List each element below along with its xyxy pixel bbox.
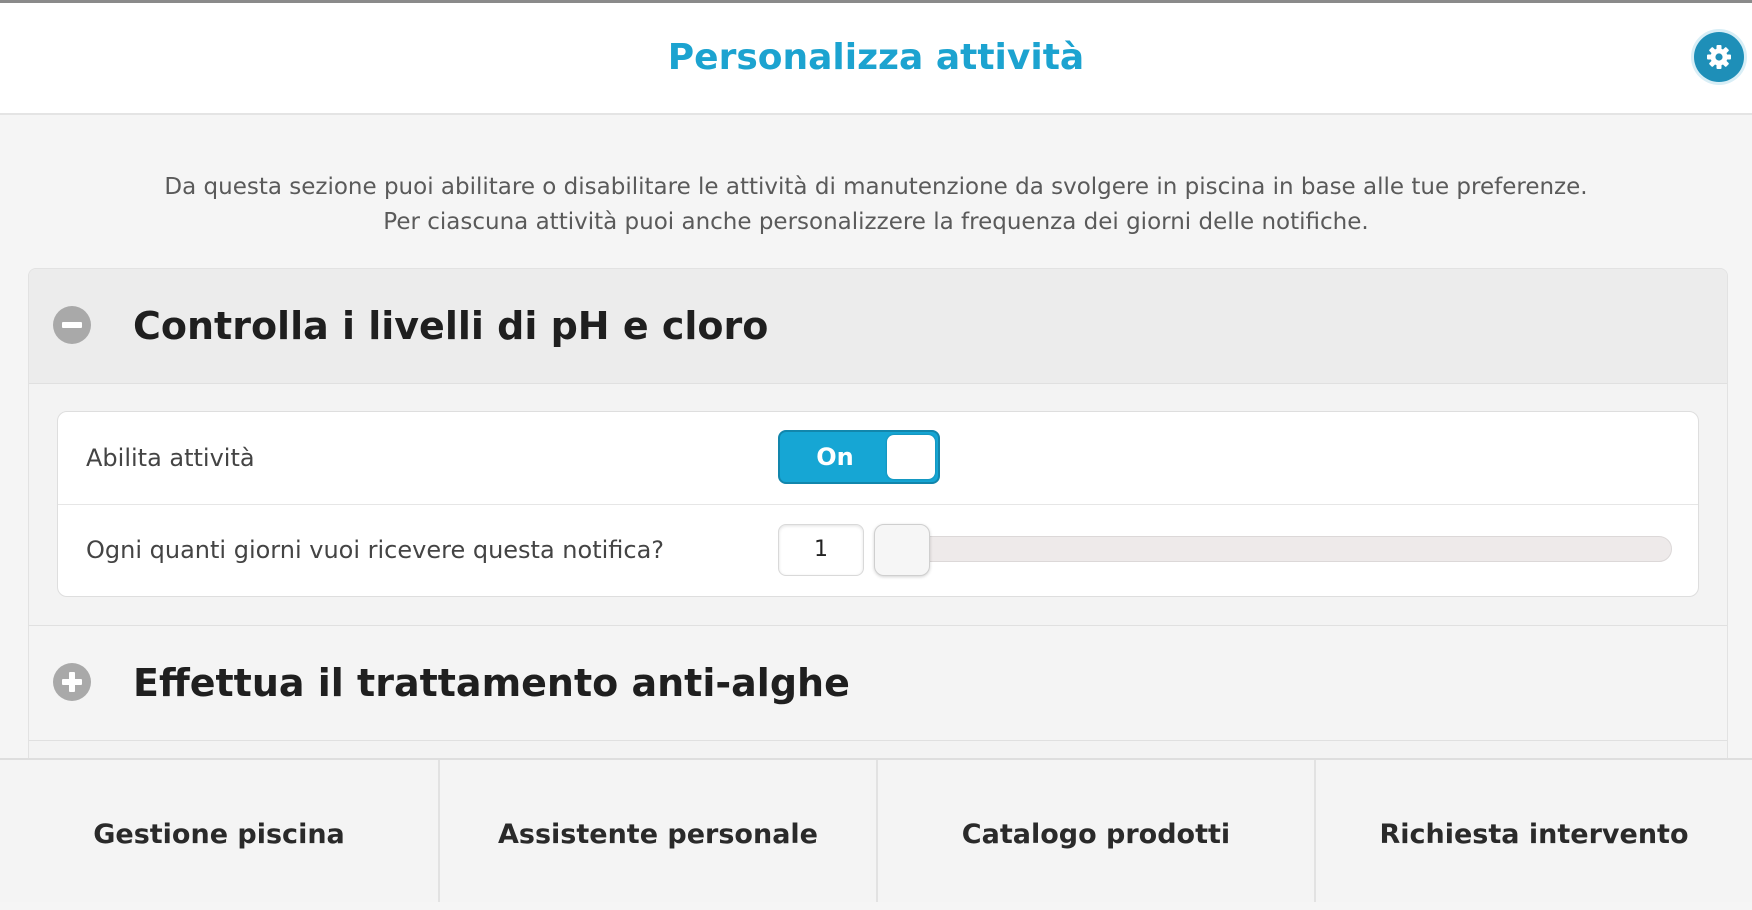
enable-activity-row: Abilita attività On (58, 412, 1698, 505)
intro-line-2: Per ciascuna attività puoi anche persona… (383, 209, 1369, 235)
notification-frequency-row: Ogni quanti giorni vuoi ricevere questa … (58, 504, 1698, 596)
nav-catalogo-prodotti[interactable]: Catalogo prodotti (876, 760, 1314, 902)
gear-icon (1707, 45, 1731, 69)
app-header: Personalizza attività (0, 3, 1752, 115)
frequency-slider-thumb[interactable] (874, 524, 930, 576)
plus-circle-icon (53, 663, 91, 701)
activity-header-ph-chlorine[interactable]: Controlla i livelli di pH e cloro (29, 269, 1727, 384)
nav-richiesta-intervento[interactable]: Richiesta intervento (1314, 760, 1752, 902)
activity-title: Effettua il trattamento anti-alghe (133, 661, 850, 705)
frequency-slider-track[interactable] (876, 536, 1672, 562)
toggle-state-label: On (816, 443, 854, 471)
minus-circle-icon (53, 306, 91, 344)
page-title: Personalizza attività (667, 37, 1085, 78)
activity-title: Controlla i livelli di pH e cloro (133, 304, 769, 348)
toggle-knob (887, 435, 935, 479)
intro-line-1: Da questa sezione puoi abilitare o disab… (164, 174, 1588, 200)
bottom-navigation: Gestione piscina Assistente personale Ca… (0, 758, 1752, 902)
enable-activity-toggle[interactable]: On (778, 430, 940, 484)
frequency-days-input[interactable]: 1 (778, 524, 864, 576)
settings-button[interactable] (1694, 32, 1744, 82)
activity-header-anti-algae[interactable]: Effettua il trattamento anti-alghe (29, 625, 1727, 741)
nav-gestione-piscina[interactable]: Gestione piscina (0, 760, 438, 902)
enable-activity-label: Abilita attività (86, 444, 255, 472)
intro-text: Da questa sezione puoi abilitare o disab… (0, 170, 1752, 240)
notification-frequency-label: Ogni quanti giorni vuoi ricevere questa … (86, 536, 665, 564)
nav-assistente-personale[interactable]: Assistente personale (438, 760, 876, 902)
activities-accordion: Controlla i livelli di pH e cloro Abilit… (28, 268, 1728, 760)
activity-settings-card: Abilita attività On Ogni quanti giorni v… (57, 411, 1699, 597)
